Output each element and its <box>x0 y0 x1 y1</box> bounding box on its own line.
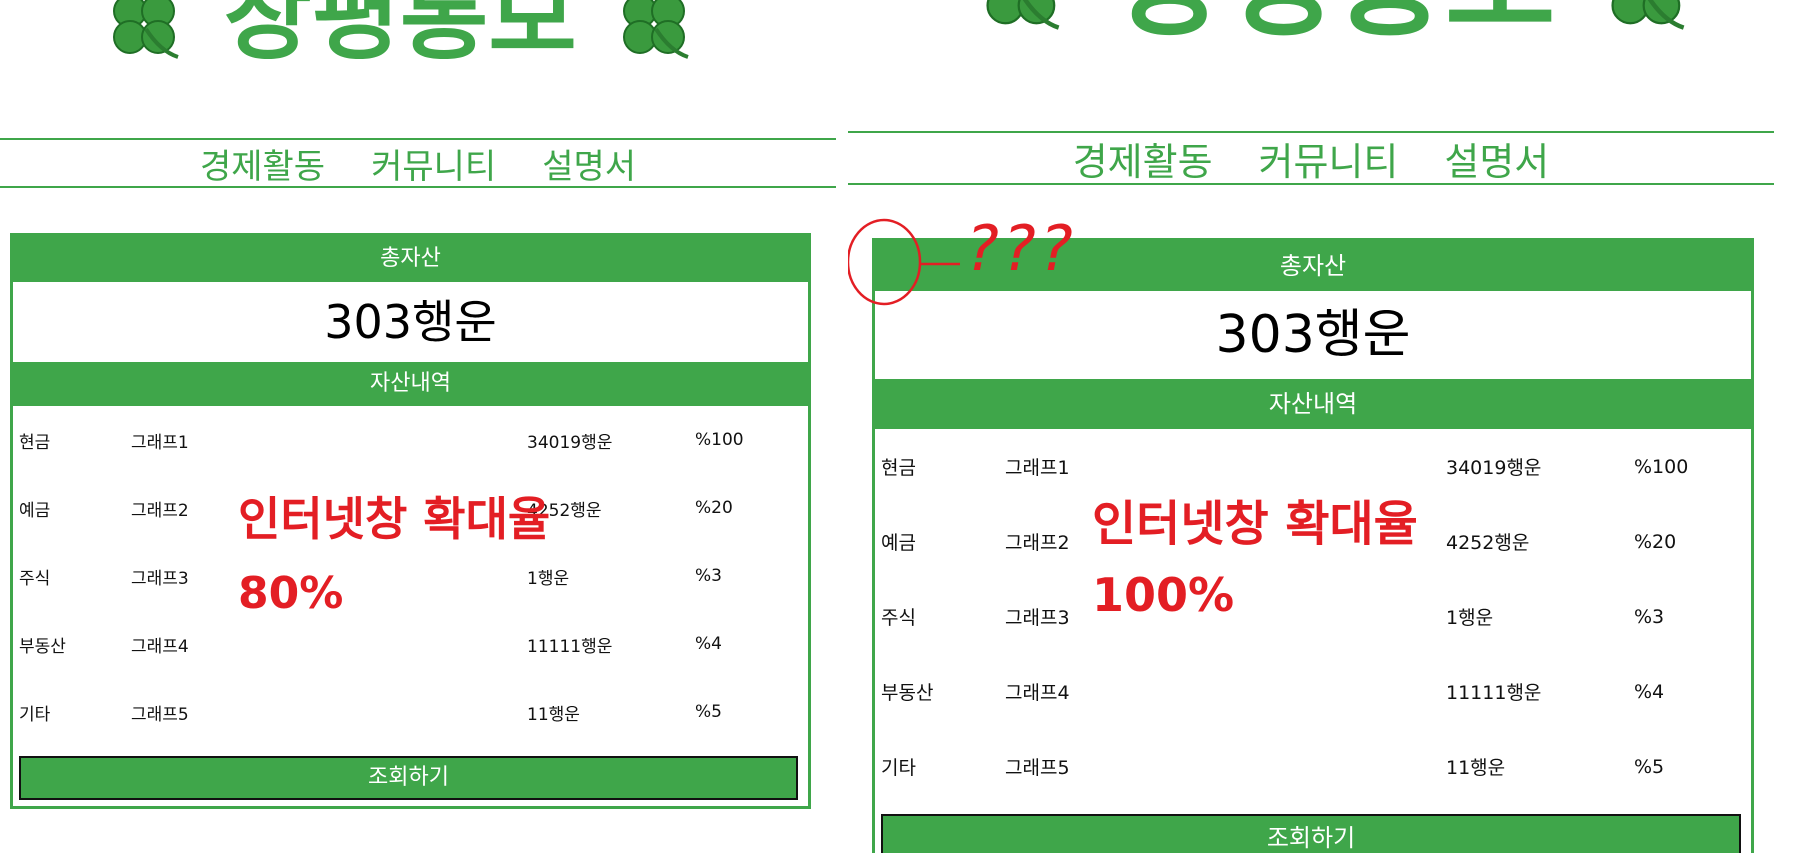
clover-icon <box>986 0 1060 31</box>
clover-icon <box>623 0 689 59</box>
nav-economy[interactable]: 경제활동 <box>1073 131 1213 186</box>
asset-percent: %4 <box>1634 680 1665 703</box>
asset-name: 주식 <box>19 568 51 589</box>
screenshot-zoom-100: 창평통보 경제활동 커뮤니티 설명서 총자산 303행운 자산내역 현금 그래프… <box>848 0 1801 853</box>
table-row: 기타 그래프5 11행운 %5 <box>875 729 1751 804</box>
asset-name: 예금 <box>881 532 916 554</box>
nav-economy[interactable]: 경제활동 <box>200 139 325 188</box>
asset-percent: %100 <box>1634 455 1689 478</box>
table-row: 주식 그래프3 1행운 %3 <box>875 579 1751 654</box>
question-marks-annotation: ??? <box>966 212 1077 285</box>
asset-percent: %3 <box>695 566 722 586</box>
site-title-text: 창평통보 <box>223 0 577 73</box>
site-title: 창평통보 <box>972 0 1697 54</box>
asset-name: 현금 <box>19 432 51 453</box>
asset-amount: 11행운 <box>1446 757 1506 779</box>
asset-percent: %4 <box>695 634 722 654</box>
asset-name: 기타 <box>881 757 916 779</box>
asset-amount: 11111행운 <box>527 636 613 657</box>
asset-amount: 4252행운 <box>1446 532 1530 554</box>
asset-percent: %20 <box>695 498 733 518</box>
asset-amount: 1행운 <box>1446 607 1494 629</box>
query-button[interactable]: 조회하기 <box>881 814 1741 853</box>
total-assets-value: 303행운 <box>324 295 497 349</box>
nav-manual[interactable]: 설명서 <box>542 139 636 188</box>
screenshot-zoom-80: 창평통보 경제활동 커뮤니티 설명서 총자산 303행운 자산내역 현금 그래프… <box>0 0 840 853</box>
clover-icon <box>1611 0 1685 31</box>
zoom-label-annotation: 인터넷창 확대율 <box>238 492 551 546</box>
asset-percent: %100 <box>695 430 744 450</box>
asset-graph: 그래프1 <box>131 432 189 453</box>
asset-graph: 그래프4 <box>131 636 189 657</box>
asset-amount: 11111행운 <box>1446 682 1542 704</box>
total-assets-header: 총자산 <box>13 236 808 282</box>
asset-percent: %5 <box>695 702 722 722</box>
site-title-text: 창평통보 <box>1114 0 1556 53</box>
asset-name: 부동산 <box>19 636 66 657</box>
asset-details-header: 자산내역 <box>875 379 1751 429</box>
table-row: 기타 그래프5 11행운 %5 <box>13 678 808 746</box>
asset-table: 현금 그래프1 34019행운 %100 예금 그래프2 4252행운 %20 … <box>13 406 808 746</box>
asset-percent: %5 <box>1634 755 1665 778</box>
asset-amount: 34019행운 <box>1446 457 1542 479</box>
asset-amount: 1행운 <box>527 568 570 589</box>
main-nav: 경제활동 커뮤니티 설명서 <box>0 138 836 188</box>
asset-graph: 그래프5 <box>1005 757 1070 779</box>
table-row: 부동산 그래프4 11111행운 %4 <box>875 654 1751 729</box>
table-row: 주식 그래프3 1행운 %3 <box>13 542 808 610</box>
asset-name: 부동산 <box>881 682 934 704</box>
main-nav: 경제활동 커뮤니티 설명서 <box>848 131 1774 185</box>
query-button[interactable]: 조회하기 <box>19 756 798 800</box>
asset-name: 현금 <box>881 457 916 479</box>
nav-community[interactable]: 커뮤니티 <box>1259 131 1399 186</box>
zoom-80-annotation: 80% <box>238 568 344 619</box>
site-title: 창평통보 <box>100 0 700 72</box>
nav-manual[interactable]: 설명서 <box>1444 131 1549 186</box>
zoom-100-annotation: 100% <box>1092 568 1235 612</box>
asset-graph: 그래프4 <box>1005 682 1070 704</box>
asset-percent: %20 <box>1634 530 1677 553</box>
table-row: 부동산 그래프4 11111행운 %4 <box>13 610 808 678</box>
zoom-label-annotation: 인터넷창 확대율 <box>1092 496 1418 552</box>
nav-community[interactable]: 커뮤니티 <box>371 139 496 188</box>
asset-name: 예금 <box>19 500 51 521</box>
asset-name: 기타 <box>19 704 51 725</box>
asset-graph: 그래프5 <box>131 704 189 725</box>
asset-percent: %3 <box>1634 605 1665 628</box>
table-row: 현금 그래프1 34019행운 %100 <box>13 406 808 474</box>
asset-amount: 11행운 <box>527 704 580 725</box>
clover-icon <box>113 0 179 59</box>
asset-amount: 34019행운 <box>527 432 613 453</box>
asset-name: 주식 <box>881 607 916 629</box>
asset-details-header: 자산내역 <box>13 362 808 406</box>
